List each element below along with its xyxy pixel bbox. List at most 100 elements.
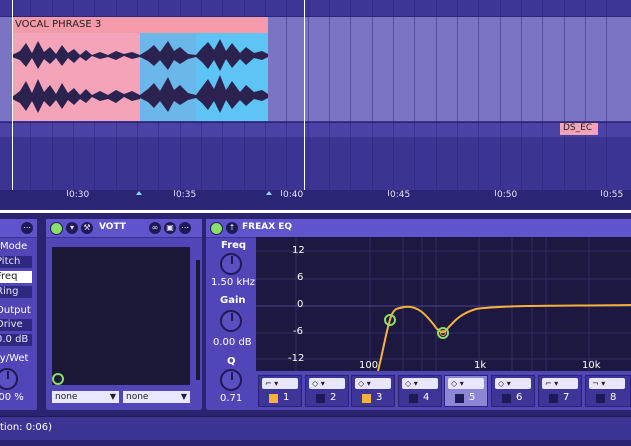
bell-icon[interactable]: ◇ ▾ xyxy=(448,378,484,389)
chevron-down-icon[interactable]: ▾ xyxy=(66,222,78,234)
status-text: tion: 0:06) xyxy=(0,422,53,433)
y-tick: -6 xyxy=(293,326,303,337)
highcut-icon[interactable]: ¬ ▾ xyxy=(589,378,625,389)
band-enable-checkbox[interactable] xyxy=(269,394,278,403)
clip-title: VOCAL PHRASE 3 xyxy=(15,19,102,30)
y-tick: 12 xyxy=(292,245,305,256)
band-number: 6 xyxy=(516,392,523,403)
loop-brace-icon[interactable] xyxy=(266,191,272,195)
output-value[interactable]: 0.0 dB xyxy=(0,334,32,346)
eq-band-6[interactable]: ◇ ▾ 6 xyxy=(491,375,535,407)
eq-band-7[interactable]: ⌐ ▾ 7 xyxy=(538,375,582,407)
save-icon[interactable]: ▣ xyxy=(164,222,176,234)
vott-dropdown-left[interactable]: none ▼ xyxy=(52,391,119,403)
loop-brace-icon[interactable] xyxy=(136,191,142,195)
vott-display[interactable] xyxy=(52,247,190,385)
band-enable-checkbox[interactable] xyxy=(409,394,418,403)
gain-label: Gain xyxy=(220,295,246,306)
output-type[interactable]: Drive xyxy=(0,319,32,331)
eq-band-3[interactable]: ◇ ▾ 3 xyxy=(351,375,395,407)
arrangement-view[interactable]: VOCAL PHRASE 3 DS_EC xyxy=(0,0,631,190)
band-enable-checkbox[interactable] xyxy=(502,394,511,403)
gain-value: 0.00 dB xyxy=(213,337,252,348)
bell-icon[interactable]: ◇ ▾ xyxy=(495,378,531,389)
chevron-down-icon: ▼ xyxy=(180,392,187,401)
band-enable-checkbox[interactable] xyxy=(596,394,605,403)
band-enable-checkbox[interactable] xyxy=(455,394,464,403)
ruler-tick: 0:55 xyxy=(603,190,624,200)
x-tick: 10k xyxy=(582,360,601,371)
clip-header[interactable]: VOCAL PHRASE 3 xyxy=(12,17,268,33)
eq-band-4[interactable]: ◇ ▾ 4 xyxy=(398,375,442,407)
bell-icon[interactable]: ◇ ▾ xyxy=(402,378,438,389)
bottom-edge xyxy=(0,440,631,446)
eq-band-8[interactable]: ¬ ▾ 8 xyxy=(585,375,631,407)
clip-waveform[interactable] xyxy=(12,33,268,121)
ruler-tick: 0:50 xyxy=(497,190,518,200)
band-number: 5 xyxy=(469,392,476,403)
gain-knob[interactable] xyxy=(220,310,242,332)
ruler-tick: 0:35 xyxy=(176,190,197,200)
bell-icon[interactable]: ◇ ▾ xyxy=(355,378,391,389)
loop-start-marker[interactable] xyxy=(12,0,13,190)
mode-option-freq[interactable]: Freq xyxy=(0,271,32,283)
drywet-label: Dry/Wet xyxy=(0,353,29,364)
vott-header[interactable]: ▾ ⚒ VOTT ∞ ▣ ⋯ xyxy=(46,219,202,238)
ruler-tick: 0:45 xyxy=(390,190,411,200)
freax-eq-title: FREAX EQ xyxy=(242,222,293,232)
mode-label: Mode xyxy=(0,241,28,252)
link-icon[interactable]: ∞ xyxy=(149,222,161,234)
ds-clip-title: DS_EC xyxy=(563,123,593,133)
chevron-down-icon: ▼ xyxy=(109,392,116,401)
eq-grid xyxy=(256,237,631,371)
band-number: 7 xyxy=(563,392,570,403)
q-knob[interactable] xyxy=(220,369,242,391)
eq-band-2[interactable]: ◇ ▾ 2 xyxy=(305,375,349,407)
vott-dropdown-right[interactable]: none ▼ xyxy=(123,391,190,403)
x-tick: 1k xyxy=(474,360,487,371)
more-icon[interactable]: ⋯ xyxy=(179,222,191,234)
q-label: Q xyxy=(227,356,236,367)
band-number: 2 xyxy=(330,392,337,403)
y-tick: 6 xyxy=(297,272,304,283)
band-enable-checkbox[interactable] xyxy=(362,394,371,403)
band-enable-checkbox[interactable] xyxy=(316,394,325,403)
freax-eq-header[interactable]: ↑ FREAX EQ xyxy=(206,219,631,238)
mode-option-pitch[interactable]: Pitch xyxy=(0,256,32,268)
more-icon[interactable]: ⋯ xyxy=(21,222,33,234)
ruler-tick: 0:30 xyxy=(69,190,90,200)
freq-value: 1.50 kHz xyxy=(211,277,256,288)
vott-meter xyxy=(196,260,200,380)
wrench-icon[interactable]: ⚒ xyxy=(81,222,93,234)
power-toggle-icon[interactable] xyxy=(210,222,223,235)
playhead[interactable] xyxy=(304,0,305,190)
y-tick: 0 xyxy=(297,299,304,310)
eq-band-1[interactable]: ⌐ ▾ 1 xyxy=(258,375,302,407)
drywet-value: 100 % xyxy=(0,392,24,403)
dropdown-value: none xyxy=(55,392,78,402)
vott-title: VOTT xyxy=(99,222,126,232)
vott-node-icon[interactable] xyxy=(52,247,190,385)
time-ruler[interactable] xyxy=(0,190,631,210)
power-toggle-icon[interactable] xyxy=(50,222,63,235)
mode-option-ring[interactable]: Ring xyxy=(0,286,32,298)
eq-band-5[interactable]: ◇ ▾ 5 xyxy=(444,375,488,407)
band-enable-checkbox[interactable] xyxy=(549,394,558,403)
dropdown-value: none xyxy=(126,392,149,402)
x-tick: 100 xyxy=(359,360,379,371)
waveform-icon xyxy=(12,39,268,113)
audio-clip-ds[interactable]: DS_EC xyxy=(560,123,598,135)
freq-label: Freq xyxy=(221,240,247,251)
lowcut-icon[interactable]: ⌐ ▾ xyxy=(262,378,298,389)
bell-icon[interactable]: ◇ ▾ xyxy=(309,378,345,389)
audio-clip-vocal-phrase[interactable]: VOCAL PHRASE 3 xyxy=(12,17,268,121)
output-label: Output xyxy=(0,305,31,316)
band-number: 3 xyxy=(376,392,383,403)
arrow-up-icon[interactable]: ↑ xyxy=(226,222,238,234)
status-bar: tion: 0:06) xyxy=(0,416,631,441)
freq-knob[interactable] xyxy=(220,253,242,275)
eq-graph[interactable]: 12 6 0 -6 -12 100 1k 10k xyxy=(256,237,631,371)
highshelf-icon[interactable]: ⌐ ▾ xyxy=(542,378,578,389)
y-tick: -12 xyxy=(288,353,305,364)
q-value: 0.71 xyxy=(220,393,243,404)
